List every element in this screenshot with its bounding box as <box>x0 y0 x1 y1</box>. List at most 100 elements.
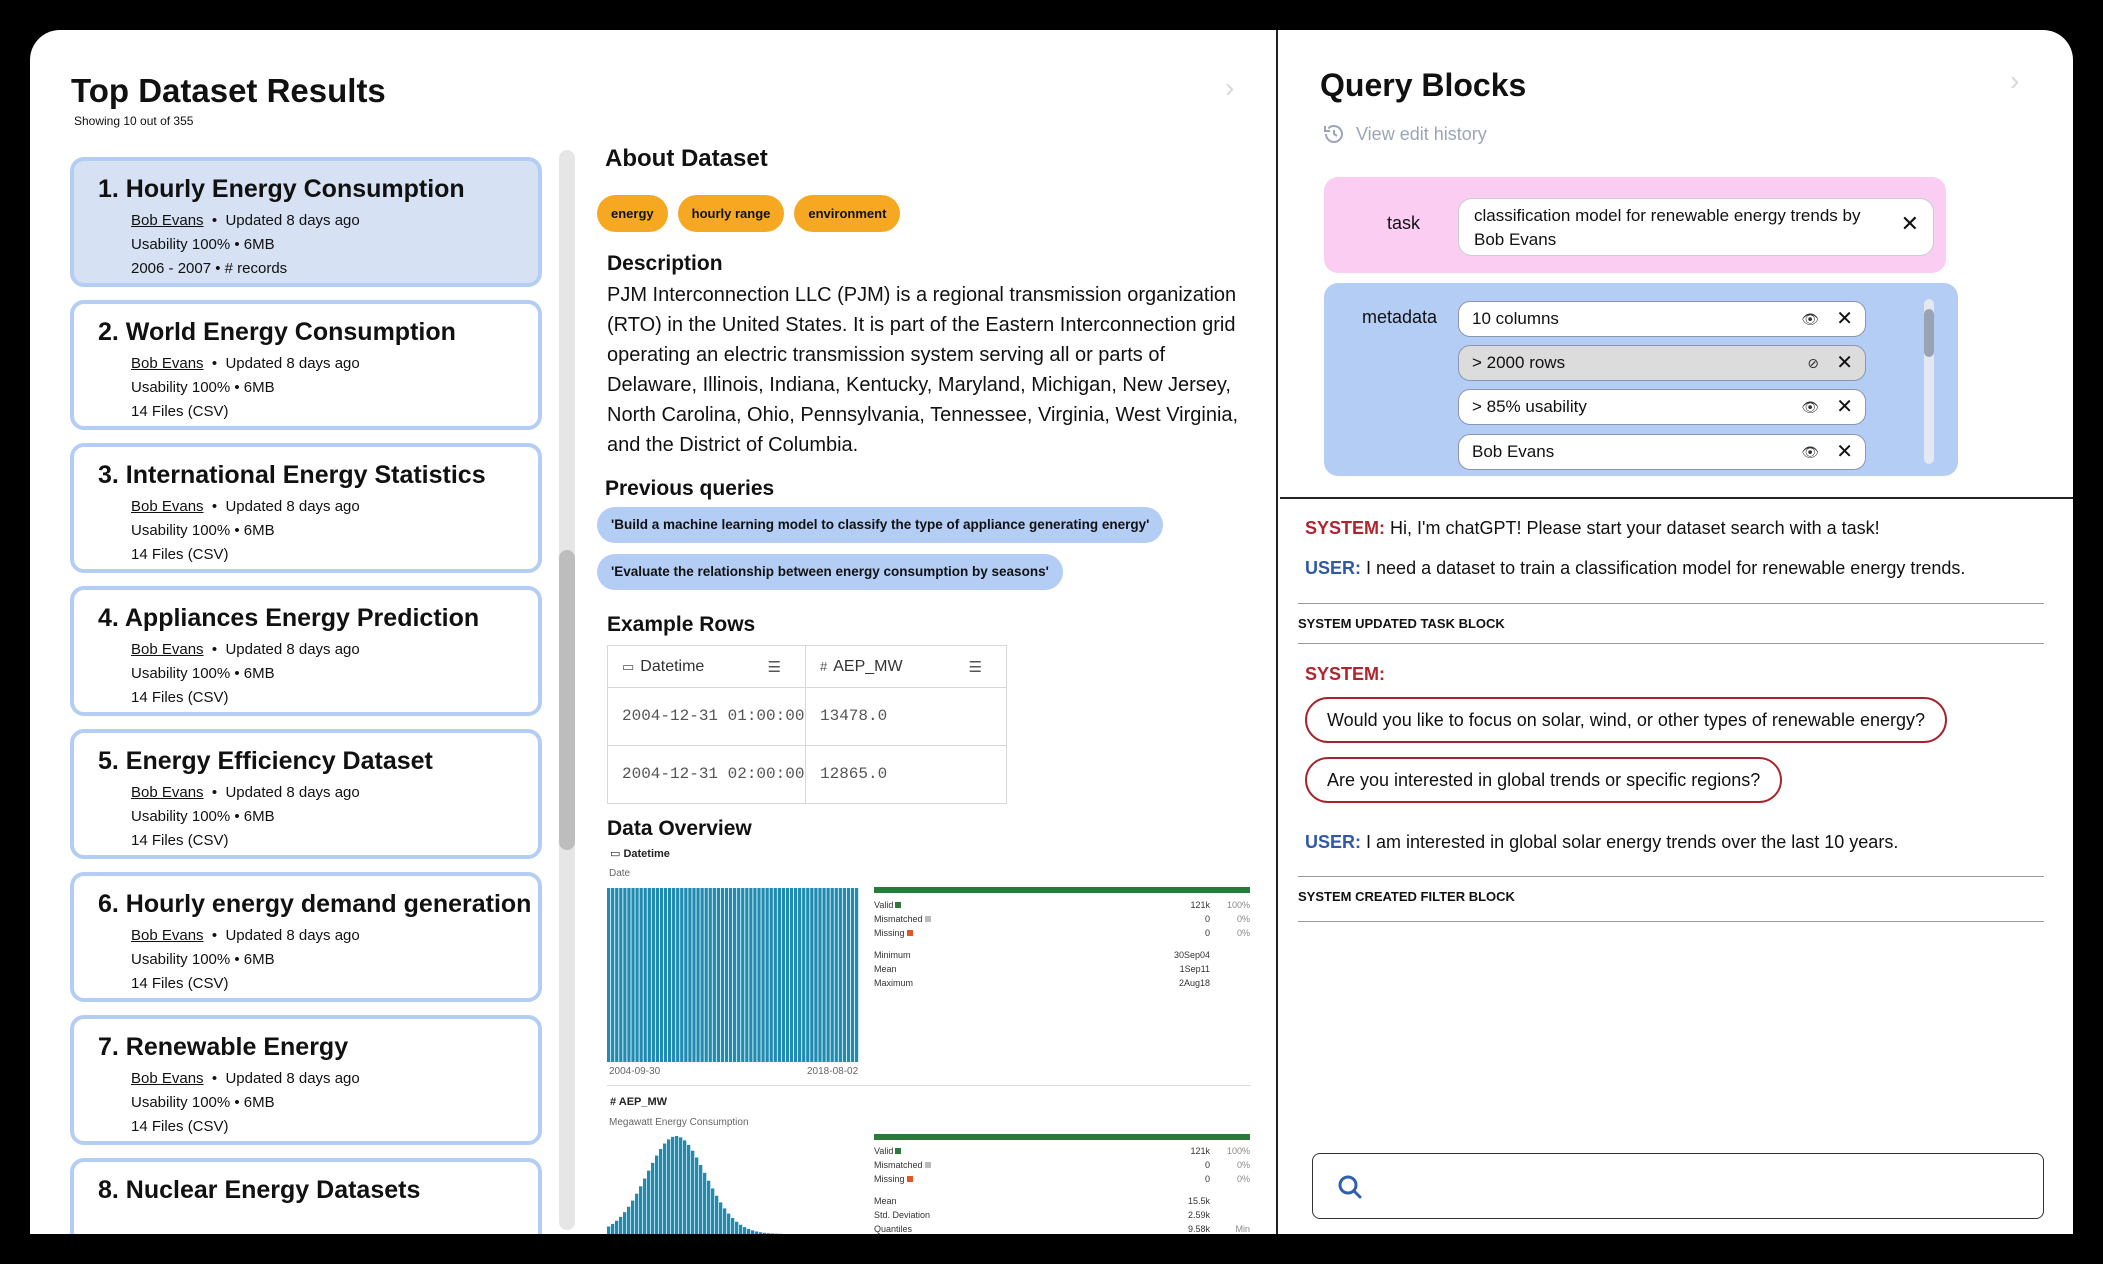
chevron-right-icon[interactable]: › <box>1225 72 1234 104</box>
tag[interactable]: energy <box>597 195 668 232</box>
result-card[interactable]: 7. Renewable Energy Bob Evans • Updated … <box>70 1015 542 1145</box>
close-icon[interactable]: ✕ <box>1836 435 1853 469</box>
stat-row: Maximum 2Aug18 <box>874 978 1210 988</box>
chevron-right-icon[interactable]: › <box>2010 65 2019 97</box>
result-card[interactable]: 2. World Energy Consumption Bob Evans • … <box>70 300 542 430</box>
result-author[interactable]: Bob Evans <box>131 1070 204 1087</box>
divider <box>1298 921 2044 922</box>
histogram-bar <box>679 1137 683 1234</box>
datetime-stats: Valid 121k 100% Mismatched 0 0% Missing 0 0% Mini… <box>874 900 1250 992</box>
histogram-bar <box>822 888 826 1062</box>
chat-message: USER: I am interested in global solar en… <box>1305 832 1899 852</box>
view-edit-history-link[interactable]: View edit history <box>1322 122 1487 146</box>
histogram-bar <box>755 1231 759 1234</box>
result-author[interactable]: Bob Evans <box>131 212 204 229</box>
histogram-bar <box>615 1220 619 1234</box>
filter-chip[interactable]: 10 columns 👁 ✕ <box>1458 301 1866 337</box>
datetime-column-label: ▭ Datetime <box>610 848 670 860</box>
screen: Top Dataset Results Showing 10 out of 35… <box>30 30 2073 1234</box>
system-event: SYSTEM UPDATED TASK BLOCK <box>1298 616 1505 631</box>
histogram-bar <box>688 888 692 1062</box>
chat-search-bar[interactable] <box>1312 1153 2044 1219</box>
histogram-bar <box>757 888 761 1062</box>
histogram-bar <box>708 888 712 1062</box>
result-updated: Updated 8 days ago <box>225 498 360 515</box>
close-icon[interactable]: ✕ <box>1836 302 1853 336</box>
search-icon[interactable] <box>1335 1172 1365 1202</box>
histogram-bar <box>731 1218 735 1234</box>
eye-off-icon[interactable]: ⊘ <box>1807 346 1819 380</box>
result-stats: Usability 100% • 6MB <box>131 665 275 682</box>
result-card[interactable]: 5. Energy Efficiency Dataset Bob Evans •… <box>70 729 542 859</box>
histogram-bar <box>639 888 643 1062</box>
previous-query[interactable]: 'Evaluate the relationship between energ… <box>597 554 1063 590</box>
task-value[interactable]: classification model for renewable energ… <box>1458 198 1934 256</box>
histogram-bar <box>651 1162 655 1234</box>
close-icon[interactable]: ✕ <box>1901 212 1919 236</box>
result-author[interactable]: Bob Evans <box>131 784 204 801</box>
close-icon[interactable]: ✕ <box>1836 346 1853 380</box>
histogram-bar <box>814 888 818 1062</box>
histogram-bar <box>773 888 777 1062</box>
previous-query[interactable]: 'Build a machine learning model to class… <box>597 507 1164 543</box>
column-header[interactable]: # AEP_MW ☰ <box>805 645 1007 688</box>
result-card[interactable]: 1. Hourly Energy Consumption Bob Evans •… <box>70 157 542 287</box>
filter-chip[interactable]: Bob Evans 👁 ✕ <box>1458 434 1866 470</box>
scrollbar-thumb[interactable] <box>559 550 575 850</box>
stat-row: Mean 1Sep11 <box>874 964 1210 974</box>
histogram-bar <box>781 888 786 1062</box>
histogram-bar <box>651 888 655 1062</box>
result-card[interactable]: 6. Hourly energy demand generation Bob E… <box>70 872 542 1002</box>
eye-icon[interactable]: 👁 <box>1801 390 1819 424</box>
histogram-bar <box>761 888 765 1062</box>
histogram-bar <box>696 888 700 1062</box>
histogram-bar <box>818 888 822 1062</box>
eye-icon[interactable]: 👁 <box>1801 302 1819 336</box>
scrollbar-thumb[interactable] <box>1924 309 1934 357</box>
histogram-bar <box>739 1224 743 1234</box>
histogram-bar <box>704 888 708 1062</box>
result-card[interactable]: 3. International Energy Statistics Bob E… <box>70 443 542 573</box>
description-text: PJM Interconnection LLC (PJM) is a regio… <box>607 284 1239 456</box>
description-title: Description <box>607 252 723 275</box>
histogram-bar <box>631 888 635 1062</box>
result-card[interactable]: 8. Nuclear Energy Datasets <box>70 1158 542 1234</box>
eye-icon[interactable]: 👁 <box>1801 435 1819 469</box>
result-updated: Updated 8 days ago <box>225 784 360 801</box>
histogram-bar <box>643 888 647 1062</box>
sort-icon[interactable]: ☰ <box>768 658 781 676</box>
metadata-scrollbar[interactable] <box>1924 299 1934 464</box>
close-icon[interactable]: ✕ <box>1836 390 1853 424</box>
device-frame: Top Dataset Results Showing 10 out of 35… <box>0 0 2103 1264</box>
histogram-bar <box>695 1157 699 1234</box>
results-scrollbar[interactable] <box>559 150 575 1230</box>
histogram-bar <box>691 1150 695 1234</box>
task-block: task classification model for renewable … <box>1324 177 1946 273</box>
histogram-bar <box>707 1180 711 1234</box>
result-title: 8. Nuclear Energy Datasets <box>98 1176 421 1204</box>
result-author[interactable]: Bob Evans <box>131 355 204 372</box>
filter-chip[interactable]: > 2000 rows ⊘ ✕ <box>1458 345 1866 381</box>
filter-chip[interactable]: > 85% usability 👁 ✕ <box>1458 389 1866 425</box>
result-author[interactable]: Bob Evans <box>131 498 204 515</box>
histogram-bar <box>659 888 664 1062</box>
histogram-bar <box>712 888 716 1062</box>
result-author[interactable]: Bob Evans <box>131 927 204 944</box>
result-author[interactable]: Bob Evans <box>131 641 204 658</box>
suggestion-button[interactable]: Would you like to focus on solar, wind, … <box>1305 697 1948 743</box>
table-cell: 12865.0 <box>805 745 1007 804</box>
metadata-label: metadata <box>1362 307 1438 327</box>
sort-icon[interactable]: ☰ <box>969 658 982 676</box>
search-input[interactable] <box>1373 1166 2023 1206</box>
result-title: 3. International Energy Statistics <box>98 461 486 489</box>
datetime-x-end: 2018-08-02 <box>807 1066 859 1077</box>
result-card[interactable]: 4. Appliances Energy Prediction Bob Evan… <box>70 586 542 716</box>
histogram-bar <box>692 888 696 1062</box>
tag[interactable]: environment <box>794 195 901 232</box>
tag-list: energy hourly range environment <box>597 195 901 232</box>
suggestion-button[interactable]: Are you interested in global trends or s… <box>1305 757 1783 803</box>
tag[interactable]: hourly range <box>677 195 785 232</box>
result-stats: Usability 100% • 6MB <box>131 808 275 825</box>
histogram-bar <box>728 888 733 1062</box>
column-header[interactable]: ▭ Datetime ☰ <box>607 645 806 688</box>
